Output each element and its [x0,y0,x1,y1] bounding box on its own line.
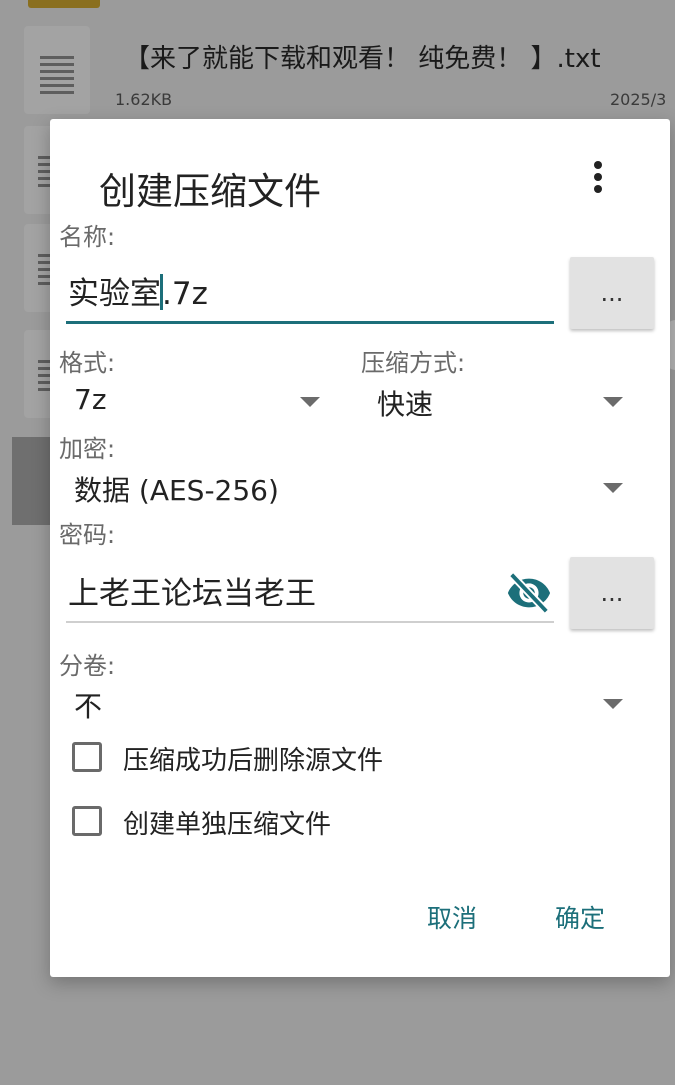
name-label: 名称: [59,223,116,251]
checkbox-box[interactable] [72,742,102,772]
dropdown-arrow-icon [603,483,623,493]
volume-label: 分卷: [59,652,116,680]
file-date: 2025/3 [610,90,667,109]
encryption-select[interactable]: 数据 (AES-256) [58,469,631,513]
method-value: 快速 [377,388,434,421]
more-vert-icon[interactable] [580,159,616,199]
format-select[interactable]: 7z [58,383,328,427]
volume-value: 不 [74,690,103,723]
archive-name-input[interactable]: 实验室.7z [66,257,554,324]
dropdown-arrow-icon [300,397,320,407]
file-name: 【来了就能下载和观看！ 纯免费！ 】.txt [124,44,601,74]
format-label: 格式: [59,349,116,377]
cancel-button[interactable]: 取消 [427,899,477,935]
password-label: 密码: [59,521,116,549]
folder-icon [28,0,100,8]
file-size: 1.62KB [115,90,173,109]
checkbox-box[interactable] [72,806,102,836]
dialog-title: 创建压缩文件 [99,170,321,213]
password-value: 上老王论坛当老王 [68,576,316,612]
compression-method-select[interactable]: 快速 [361,383,631,427]
name-value-ext: .7z [162,276,208,312]
dropdown-arrow-icon [603,699,623,709]
dropdown-arrow-icon [603,397,623,407]
volume-select[interactable]: 不 [58,685,631,729]
image-thumbnail [12,437,52,525]
eye-off-icon[interactable] [506,569,552,615]
ok-button[interactable]: 确定 [555,899,605,935]
delete-source-label: 压缩成功后删除源文件 [123,746,384,776]
method-label: 压缩方式: [361,349,466,377]
encryption-value: 数据 (AES-256) [74,474,279,507]
name-value-part: 实验室 [68,276,161,312]
format-value: 7z [74,383,107,416]
password-options-button[interactable]: ... [570,557,654,629]
separate-archive-label: 创建单独压缩文件 [123,810,332,840]
password-input[interactable]: 上老王论坛当老王 [66,557,554,623]
browse-path-button[interactable]: ... [570,257,654,329]
encryption-label: 加密: [59,435,116,463]
create-archive-dialog: 创建压缩文件 名称: 实验室.7z ... 格式: 压缩方式: 7z 快速 加密… [50,119,670,977]
txt-file-icon [24,26,90,114]
